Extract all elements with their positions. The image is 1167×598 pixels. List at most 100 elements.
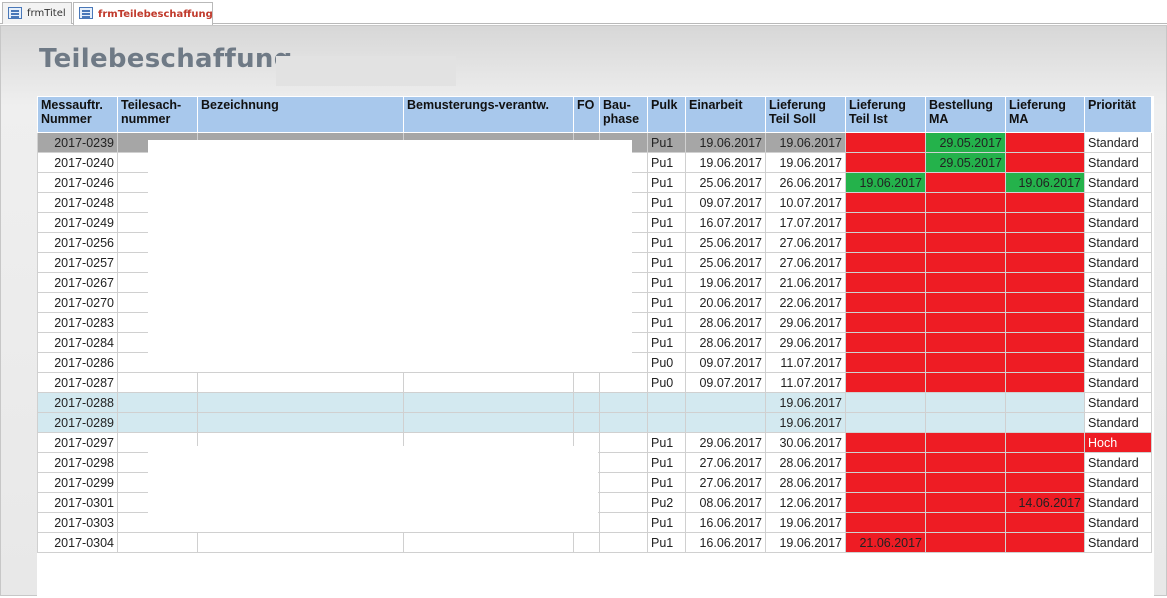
tab-frmtitel[interactable]: frmTitel bbox=[2, 2, 72, 24]
cell-messauftr-nummer[interactable]: 2017-0288 bbox=[37, 392, 118, 413]
cell-pulk[interactable]: Pu1 bbox=[647, 452, 686, 473]
cell-einarbeit[interactable]: 25.06.2017 bbox=[685, 232, 766, 253]
cell-einarbeit[interactable]: 28.06.2017 bbox=[685, 312, 766, 333]
cell-bauphase[interactable] bbox=[599, 492, 648, 513]
cell-prioritaet[interactable]: Hoch bbox=[1084, 432, 1152, 453]
cell-lieferung-ma[interactable] bbox=[1005, 512, 1085, 533]
cell-lieferung-ma[interactable] bbox=[1005, 212, 1085, 233]
cell-messauftr-nummer[interactable]: 2017-0246 bbox=[37, 172, 118, 193]
cell-lieferung-ma[interactable]: 14.06.2017 bbox=[1005, 492, 1085, 513]
cell-pulk[interactable]: Pu1 bbox=[647, 272, 686, 293]
cell-lieferung-ma[interactable] bbox=[1005, 272, 1085, 293]
cell-messauftr-nummer[interactable]: 2017-0270 bbox=[37, 292, 118, 313]
cell-messauftr-nummer[interactable]: 2017-0249 bbox=[37, 212, 118, 233]
tab-frmteilebeschaffung[interactable]: frmTeilebeschaffung bbox=[73, 2, 213, 25]
cell-prioritaet[interactable]: Standard bbox=[1084, 272, 1152, 293]
cell-pulk[interactable] bbox=[647, 412, 686, 433]
cell-prioritaet[interactable]: Standard bbox=[1084, 532, 1152, 553]
cell-lieferung-ma[interactable] bbox=[1005, 352, 1085, 373]
table-row[interactable]: 2017-0304 Pu1 16.06.2017 19.06.2017 21.06.20… bbox=[37, 532, 1152, 553]
cell-prioritaet[interactable]: Standard bbox=[1084, 332, 1152, 353]
cell-lieferung-teil-ist[interactable] bbox=[845, 372, 926, 393]
cell-bemusterungs-verantw[interactable] bbox=[403, 412, 574, 433]
cell-bauphase[interactable] bbox=[599, 452, 648, 473]
cell-bestellung-ma[interactable] bbox=[925, 312, 1006, 333]
cell-pulk[interactable]: Pu0 bbox=[647, 372, 686, 393]
cell-einarbeit[interactable]: 29.06.2017 bbox=[685, 432, 766, 453]
cell-bemusterungs-verantw[interactable] bbox=[403, 372, 574, 393]
cell-einarbeit[interactable]: 09.07.2017 bbox=[685, 352, 766, 373]
cell-messauftr-nummer[interactable]: 2017-0289 bbox=[37, 412, 118, 433]
cell-bauphase[interactable] bbox=[599, 392, 648, 413]
cell-prioritaet[interactable]: Standard bbox=[1084, 372, 1152, 393]
cell-bestellung-ma[interactable] bbox=[925, 412, 1006, 433]
cell-messauftr-nummer[interactable]: 2017-0284 bbox=[37, 332, 118, 353]
header-lieferung-teil-soll[interactable]: Lieferung Teil Soll bbox=[765, 96, 846, 133]
cell-bauphase[interactable] bbox=[599, 472, 648, 493]
cell-prioritaet[interactable]: Standard bbox=[1084, 172, 1152, 193]
cell-bestellung-ma[interactable] bbox=[925, 292, 1006, 313]
cell-einarbeit[interactable] bbox=[685, 412, 766, 433]
cell-lieferung-ma[interactable] bbox=[1005, 332, 1085, 353]
cell-messauftr-nummer[interactable]: 2017-0248 bbox=[37, 192, 118, 213]
header-teilesachnummer[interactable]: Teilesach- nummer bbox=[117, 96, 198, 133]
cell-lieferung-ma[interactable] bbox=[1005, 432, 1085, 453]
cell-lieferung-teil-soll[interactable]: 29.06.2017 bbox=[765, 332, 846, 353]
cell-prioritaet[interactable]: Standard bbox=[1084, 132, 1152, 153]
cell-einarbeit[interactable]: 08.06.2017 bbox=[685, 492, 766, 513]
cell-lieferung-ma[interactable] bbox=[1005, 232, 1085, 253]
cell-bestellung-ma[interactable] bbox=[925, 272, 1006, 293]
header-pulk[interactable]: Pulk bbox=[647, 96, 686, 133]
cell-fo[interactable] bbox=[573, 372, 600, 393]
cell-bestellung-ma[interactable] bbox=[925, 172, 1006, 193]
cell-einarbeit[interactable]: 27.06.2017 bbox=[685, 472, 766, 493]
cell-lieferung-teil-ist[interactable]: 21.06.2017 bbox=[845, 532, 926, 553]
cell-messauftr-nummer[interactable]: 2017-0304 bbox=[37, 532, 118, 553]
cell-lieferung-teil-soll[interactable]: 12.06.2017 bbox=[765, 492, 846, 513]
cell-lieferung-ma[interactable] bbox=[1005, 372, 1085, 393]
cell-lieferung-teil-ist[interactable] bbox=[845, 512, 926, 533]
cell-pulk[interactable]: Pu0 bbox=[647, 352, 686, 373]
cell-bestellung-ma[interactable] bbox=[925, 352, 1006, 373]
cell-messauftr-nummer[interactable]: 2017-0283 bbox=[37, 312, 118, 333]
cell-prioritaet[interactable]: Standard bbox=[1084, 412, 1152, 433]
header-bemusterungs-verantw[interactable]: Bemusterungs-verantw. bbox=[403, 96, 574, 133]
cell-bezeichnung[interactable] bbox=[197, 532, 404, 553]
cell-prioritaet[interactable]: Standard bbox=[1084, 472, 1152, 493]
cell-pulk[interactable]: Pu1 bbox=[647, 292, 686, 313]
cell-pulk[interactable]: Pu1 bbox=[647, 472, 686, 493]
cell-lieferung-ma[interactable]: 19.06.2017 bbox=[1005, 172, 1085, 193]
cell-bestellung-ma[interactable] bbox=[925, 212, 1006, 233]
cell-messauftr-nummer[interactable]: 2017-0287 bbox=[37, 372, 118, 393]
cell-fo[interactable] bbox=[573, 532, 600, 553]
cell-lieferung-teil-ist[interactable] bbox=[845, 252, 926, 273]
cell-fo[interactable] bbox=[573, 392, 600, 413]
cell-teilesachnummer[interactable] bbox=[117, 412, 198, 433]
cell-messauftr-nummer[interactable]: 2017-0257 bbox=[37, 252, 118, 273]
cell-prioritaet[interactable]: Standard bbox=[1084, 392, 1152, 413]
cell-bauphase[interactable] bbox=[599, 372, 648, 393]
cell-messauftr-nummer[interactable]: 2017-0267 bbox=[37, 272, 118, 293]
cell-lieferung-teil-soll[interactable]: 26.06.2017 bbox=[765, 172, 846, 193]
table-row[interactable]: 2017-0287 Pu0 09.07.2017 11.07.2017 Standard bbox=[37, 372, 1152, 393]
cell-prioritaet[interactable]: Standard bbox=[1084, 232, 1152, 253]
cell-pulk[interactable]: Pu1 bbox=[647, 192, 686, 213]
cell-pulk[interactable] bbox=[647, 392, 686, 413]
cell-prioritaet[interactable]: Standard bbox=[1084, 252, 1152, 273]
cell-fo[interactable] bbox=[573, 412, 600, 433]
cell-messauftr-nummer[interactable]: 2017-0299 bbox=[37, 472, 118, 493]
cell-lieferung-teil-ist[interactable] bbox=[845, 232, 926, 253]
cell-prioritaet[interactable]: Standard bbox=[1084, 152, 1152, 173]
header-messauftr-nummer[interactable]: Messauftr. Nummer bbox=[37, 96, 118, 133]
cell-lieferung-teil-soll[interactable]: 19.06.2017 bbox=[765, 512, 846, 533]
cell-lieferung-teil-soll[interactable]: 19.06.2017 bbox=[765, 392, 846, 413]
cell-prioritaet[interactable]: Standard bbox=[1084, 452, 1152, 473]
cell-bestellung-ma[interactable] bbox=[925, 232, 1006, 253]
cell-lieferung-teil-ist[interactable] bbox=[845, 472, 926, 493]
cell-pulk[interactable]: Pu1 bbox=[647, 212, 686, 233]
cell-lieferung-teil-ist[interactable] bbox=[845, 432, 926, 453]
cell-lieferung-teil-ist[interactable] bbox=[845, 412, 926, 433]
cell-lieferung-teil-soll[interactable]: 21.06.2017 bbox=[765, 272, 846, 293]
cell-messauftr-nummer[interactable]: 2017-0301 bbox=[37, 492, 118, 513]
cell-lieferung-teil-soll[interactable]: 11.07.2017 bbox=[765, 352, 846, 373]
